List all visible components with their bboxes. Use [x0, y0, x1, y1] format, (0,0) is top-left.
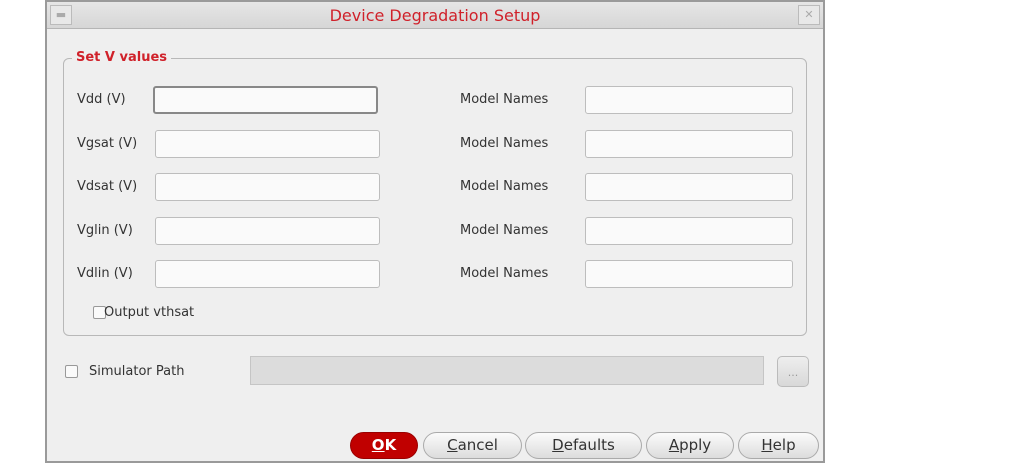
ok-mnemonic: O — [371, 436, 385, 454]
simulator-path-checkbox[interactable] — [65, 365, 78, 378]
v-value-input[interactable] — [153, 86, 378, 114]
help-mnemonic: H — [761, 436, 773, 454]
close-icon[interactable]: ✕ — [798, 5, 820, 25]
window-title: Device Degradation Setup — [329, 6, 541, 25]
v-value-input[interactable] — [155, 260, 380, 288]
ok-label: K — [384, 436, 397, 454]
help-button[interactable]: Help — [738, 432, 819, 459]
defaults-label: efaults — [563, 436, 615, 454]
cancel-label: ancel — [457, 436, 498, 454]
model-names-label: Model Names — [460, 179, 549, 194]
apply-mnemonic: A — [668, 436, 680, 454]
model-names-input[interactable] — [585, 129, 793, 158]
model-names-label: Model Names — [460, 92, 549, 107]
model-names-input[interactable] — [585, 260, 793, 288]
model-names-label: Model Names — [460, 266, 549, 281]
v-label: Vgsat (V) — [77, 135, 138, 151]
v-label: Vdlin (V) — [77, 266, 133, 281]
v-label: Vdd (V) — [77, 92, 126, 107]
cancel-mnemonic: C — [447, 436, 458, 454]
title-bar: ▬ Device Degradation Setup ✕ — [47, 2, 823, 29]
model-names-input[interactable] — [585, 173, 793, 201]
simulator-path-input[interactable] — [250, 356, 764, 385]
defaults-button[interactable]: Defaults — [525, 432, 642, 459]
output-vthsat-label: Output vthsat — [104, 305, 195, 320]
group-title: Set V values — [72, 50, 172, 65]
v-value-input[interactable] — [155, 129, 380, 158]
apply-label: pply — [679, 436, 712, 454]
v-label: Vdsat (V) — [77, 179, 138, 194]
v-value-input[interactable] — [155, 173, 380, 201]
simulator-path-label: Simulator Path — [89, 364, 185, 379]
model-names-input[interactable] — [585, 86, 793, 114]
cancel-button[interactable]: Cancel — [423, 432, 522, 459]
help-label: elp — [772, 436, 796, 454]
model-names-input[interactable] — [585, 216, 793, 245]
apply-button[interactable]: Apply — [646, 432, 734, 459]
defaults-mnemonic: D — [552, 436, 564, 454]
device-degradation-dialog: ▬ Device Degradation Setup ✕ Set V value… — [45, 0, 825, 463]
v-value-input[interactable] — [155, 216, 380, 245]
model-names-label: Model Names — [460, 135, 549, 151]
model-names-label: Model Names — [460, 222, 549, 238]
browse-button[interactable]: ... — [777, 356, 809, 387]
v-label: Vglin (V) — [77, 222, 133, 238]
ok-button[interactable]: OK — [350, 432, 418, 459]
